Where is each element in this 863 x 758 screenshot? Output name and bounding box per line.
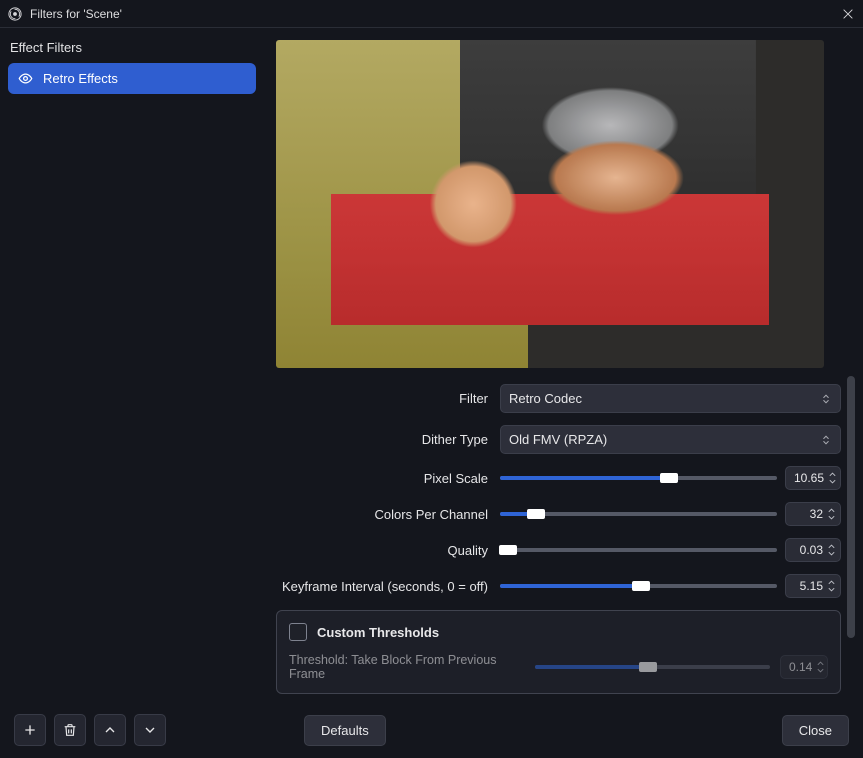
defaults-button[interactable]: Defaults xyxy=(304,715,386,746)
label-pixel-scale: Pixel Scale xyxy=(276,471,490,486)
footer-toolbar: Defaults Close xyxy=(0,702,863,758)
label-quality: Quality xyxy=(276,543,490,558)
spin-colors-value: 32 xyxy=(794,507,823,521)
select-filter[interactable]: Retro Codec xyxy=(500,384,841,413)
close-icon[interactable] xyxy=(841,7,855,21)
chevron-up-icon xyxy=(102,722,118,738)
label-colors-per-channel: Colors Per Channel xyxy=(276,507,490,522)
window-title: Filters for 'Scene' xyxy=(30,7,841,21)
section-title-effect-filters: Effect Filters xyxy=(8,40,256,55)
chevron-up-icon xyxy=(827,543,836,550)
label-filter: Filter xyxy=(276,391,490,406)
row-pixel-scale: Pixel Scale 10.65 xyxy=(276,466,841,490)
chevron-down-icon xyxy=(142,722,158,738)
label-dither-type: Dither Type xyxy=(276,432,490,447)
slider-threshold-prev-frame[interactable] xyxy=(535,659,771,675)
spin-pixel-scale-value: 10.65 xyxy=(794,471,824,485)
row-keyframe-interval: Keyframe Interval (seconds, 0 = off) 5.1… xyxy=(276,574,841,598)
label-keyframe-interval: Keyframe Interval (seconds, 0 = off) xyxy=(276,579,490,594)
row-colors-per-channel: Colors Per Channel 32 xyxy=(276,502,841,526)
spin-quality-value: 0.03 xyxy=(794,543,823,557)
row-dither-type: Dither Type Old FMV (RPZA) xyxy=(276,425,841,454)
spin-keyframe-value: 5.15 xyxy=(794,579,823,593)
spin-threshold-prev-frame[interactable]: 0.14 xyxy=(780,655,828,679)
filter-list: Retro Effects xyxy=(8,63,256,94)
slider-quality[interactable] xyxy=(500,542,777,558)
select-filter-value: Retro Codec xyxy=(509,391,582,406)
title-bar: Filters for 'Scene' xyxy=(0,0,863,28)
trash-icon xyxy=(62,722,78,738)
slider-colors-per-channel[interactable] xyxy=(500,506,777,522)
chevron-up-icon xyxy=(828,471,837,478)
preview-image xyxy=(276,40,824,368)
chevron-down-icon xyxy=(827,514,836,521)
checkbox-custom-thresholds[interactable] xyxy=(289,623,307,641)
spin-quality[interactable]: 0.03 xyxy=(785,538,841,562)
visibility-icon xyxy=(18,71,33,86)
chevron-up-icon xyxy=(827,507,836,514)
slider-pixel-scale[interactable] xyxy=(500,470,777,486)
scrollbar-thumb[interactable] xyxy=(847,376,855,638)
delete-filter-button[interactable] xyxy=(54,714,86,746)
group-custom-thresholds: Custom Thresholds Threshold: Take Block … xyxy=(276,610,841,694)
row-quality: Quality 0.03 xyxy=(276,538,841,562)
spin-keyframe-interval[interactable]: 5.15 xyxy=(785,574,841,598)
spin-pixel-scale[interactable]: 10.65 xyxy=(785,466,841,490)
filter-item-retro-effects[interactable]: Retro Effects xyxy=(8,63,256,94)
filter-item-label: Retro Effects xyxy=(43,71,118,86)
close-button[interactable]: Close xyxy=(782,715,849,746)
filter-settings: Filter Retro Codec Dither Type Old FMV (… xyxy=(276,384,841,694)
move-down-button[interactable] xyxy=(134,714,166,746)
select-dither-type[interactable]: Old FMV (RPZA) xyxy=(500,425,841,454)
add-filter-button[interactable] xyxy=(14,714,46,746)
label-threshold-prev-frame: Threshold: Take Block From Previous Fram… xyxy=(289,653,525,681)
chevron-down-icon xyxy=(827,586,836,593)
sidebar: Effect Filters Retro Effects xyxy=(0,28,264,702)
updown-icon xyxy=(820,393,832,405)
obs-logo-icon xyxy=(8,7,22,21)
chevron-up-icon xyxy=(827,579,836,586)
select-dither-value: Old FMV (RPZA) xyxy=(509,432,607,447)
label-custom-thresholds: Custom Thresholds xyxy=(317,625,439,640)
spin-colors-per-channel[interactable]: 32 xyxy=(785,502,841,526)
chevron-down-icon xyxy=(828,478,837,485)
spin-threshold-prev-value: 0.14 xyxy=(789,660,812,674)
chevron-down-icon xyxy=(827,550,836,557)
chevron-up-icon xyxy=(816,660,825,667)
settings-scrollbar[interactable] xyxy=(845,376,857,724)
updown-icon xyxy=(820,434,832,446)
chevron-down-icon xyxy=(816,667,825,674)
plus-icon xyxy=(22,722,38,738)
slider-keyframe-interval[interactable] xyxy=(500,578,777,594)
row-filter: Filter Retro Codec xyxy=(276,384,841,413)
move-up-button[interactable] xyxy=(94,714,126,746)
